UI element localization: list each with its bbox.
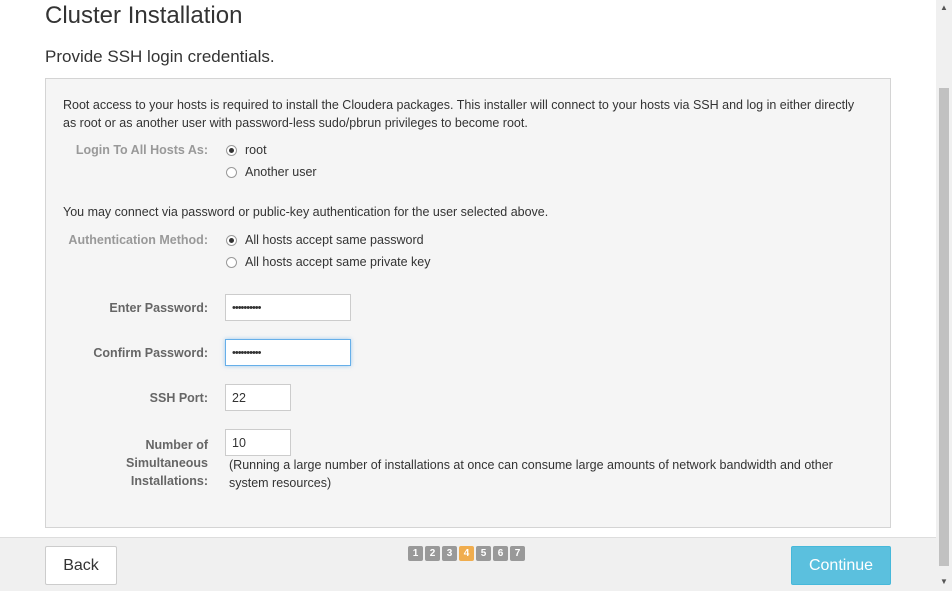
back-button[interactable]: Back (45, 546, 117, 585)
simultaneous-label: Number of Simultaneous Installations: (68, 436, 208, 490)
auth-intro-text: You may connect via password or public-k… (63, 205, 549, 219)
radio-checked-icon[interactable] (226, 144, 237, 156)
vertical-scrollbar[interactable]: ▲ ▼ (936, 0, 952, 591)
intro-text: Root access to your hosts is required to… (63, 98, 855, 130)
simultaneous-label-line1: Number of (145, 438, 209, 452)
step-3[interactable]: 3 (442, 546, 457, 561)
login-option-another-user[interactable]: Another user (226, 165, 317, 179)
page-subtitle: Provide SSH login credentials. (45, 47, 275, 66)
login-option-another-user-label: Another user (245, 165, 317, 179)
simultaneous-help-text: (Running a large number of installations… (229, 458, 833, 490)
wizard-footer: Back 1 2 3 4 5 6 7 Continue (0, 537, 936, 591)
radio-unchecked-icon[interactable] (226, 166, 237, 178)
auth-option-password-label: All hosts accept same password (245, 233, 424, 247)
login-label: Login To All Hosts As: (75, 143, 208, 157)
auth-option-private-key[interactable]: All hosts accept same private key (226, 255, 431, 269)
radio-unchecked-icon[interactable] (226, 256, 237, 268)
auth-option-private-key-label: All hosts accept same private key (245, 255, 431, 269)
scroll-down-arrow-icon[interactable]: ▼ (940, 577, 948, 586)
simultaneous-label-line2: Simultaneous (126, 456, 208, 470)
step-6: 6 (493, 546, 508, 561)
scrollbar-thumb[interactable] (939, 88, 949, 566)
scroll-up-arrow-icon[interactable]: ▲ (940, 3, 948, 12)
simultaneous-label-line3: Installations: (130, 474, 208, 488)
step-1[interactable]: 1 (408, 546, 423, 561)
ssh-port-label: SSH Port: (149, 391, 208, 405)
step-indicator: 1 2 3 4 5 6 7 (408, 546, 525, 561)
radio-checked-icon[interactable] (226, 234, 237, 246)
auth-method-label: Authentication Method: (68, 233, 208, 247)
step-4-current: 4 (459, 546, 474, 561)
confirm-password-field[interactable]: •••••••••• (225, 339, 351, 366)
credentials-panel: Root access to your hosts is required to… (45, 78, 891, 528)
simultaneous-installations-field[interactable]: 10 (225, 429, 291, 456)
confirm-password-label: Confirm Password: (93, 346, 208, 360)
ssh-port-field[interactable]: 22 (225, 384, 291, 411)
password-field[interactable]: •••••••••• (225, 294, 351, 321)
step-2[interactable]: 2 (425, 546, 440, 561)
step-7: 7 (510, 546, 525, 561)
continue-button[interactable]: Continue (791, 546, 891, 585)
login-option-root-label: root (245, 143, 267, 157)
login-option-root[interactable]: root (226, 143, 267, 157)
page-title: Cluster Installation (45, 2, 243, 29)
step-5: 5 (476, 546, 491, 561)
password-label: Enter Password: (109, 301, 208, 315)
auth-option-password[interactable]: All hosts accept same password (226, 233, 424, 247)
